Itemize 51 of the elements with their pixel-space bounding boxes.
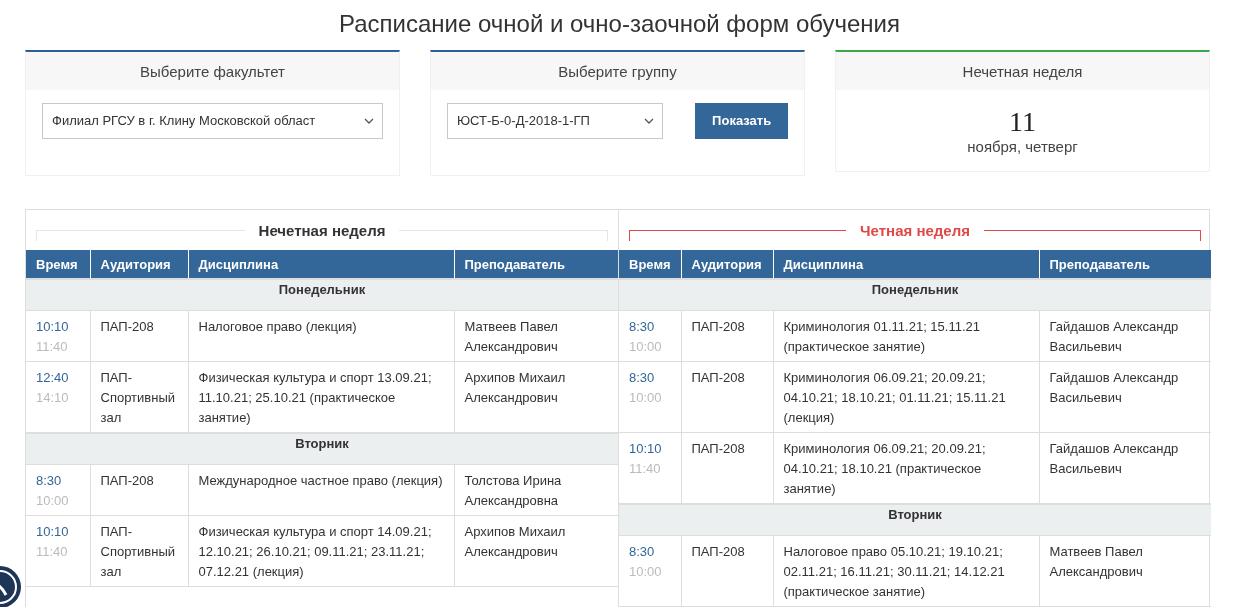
card-header: Выберите группу (431, 52, 804, 90)
end-time: 14:10 (36, 389, 70, 407)
column-header: Дисциплина (188, 250, 454, 279)
column-header: Дисциплина (773, 250, 1039, 279)
start-time: 10:10 (36, 318, 70, 336)
start-time: 8:30 (36, 472, 63, 490)
day-header: Вторник (26, 433, 618, 465)
column-header: Преподаватель (454, 250, 618, 279)
column-header: Преподаватель (1039, 250, 1211, 279)
start-time: 12:40 (36, 369, 70, 387)
end-time: 11:40 (629, 460, 662, 478)
column-header: Аудитория (681, 250, 773, 279)
chevron-down-icon (364, 117, 374, 124)
column-header: Время (619, 250, 681, 279)
end-time: 10:00 (629, 338, 663, 356)
end-time: 10:00 (629, 563, 663, 581)
show-button[interactable]: Показать (695, 102, 788, 139)
column-header: Аудитория (90, 250, 188, 279)
card-header: Выберите факультет (26, 52, 399, 90)
subject-cell: Физическая культура и спорт 14.09.21; 12.10.21; 26.10.21; 09.11.21; 23.11.21; 07.12.21 (лекция) (188, 515, 454, 587)
card-header: Нечетная неделя (836, 52, 1209, 90)
group-select[interactable]: ЮСТ-Б-0-Д-2018-1-ГП (447, 102, 664, 139)
room-cell: ПАП-208 (90, 310, 188, 362)
end-time: 10:00 (629, 389, 663, 407)
day-header: Вторник (619, 504, 1211, 536)
day-header: Понедельник (619, 279, 1211, 311)
column-header: Время (26, 250, 90, 279)
day-header: Понедельник (26, 279, 618, 311)
room-cell: ПАП-208 (681, 535, 773, 607)
start-time: 8:30 (629, 318, 656, 336)
room-cell: ПАП-208 (681, 361, 773, 433)
room-cell: ПАП-208 (681, 310, 773, 362)
end-time: 11:40 (36, 543, 69, 561)
start-time: 8:30 (629, 369, 656, 387)
subject-cell: Международное частное право (лекция) (188, 464, 454, 516)
end-time: 10:00 (36, 492, 70, 510)
faculty-select[interactable]: Филиал РГСУ в г. Клину Московской област (42, 102, 383, 139)
room-cell: ПАП-Спортивный зал (90, 515, 188, 587)
start-time: 10:10 (629, 440, 663, 458)
subject-cell: Налоговое право 05.10.21; 19.10.21; 02.11.21; 16.11.21; 30.11.21; 14.12.21 (практическое занятие) (773, 535, 1039, 607)
chevron-down-icon (644, 117, 655, 124)
subject-cell: Криминология 06.09.21; 20.09.21; 04.10.21; 18.10.21; 01.11.21; 15.11.21 (лекция) (773, 361, 1039, 433)
subject-cell: Налоговое право (лекция) (188, 310, 454, 362)
subject-cell: Криминология 01.11.21; 15.11.21 (практическое занятие) (773, 310, 1039, 362)
start-time: 10:10 (36, 523, 70, 541)
day-number: 11 (1009, 106, 1036, 138)
room-cell: ПАП-208 (90, 464, 188, 516)
start-time: 8:30 (629, 543, 656, 561)
end-time: 11:40 (36, 338, 69, 356)
page-title: Расписание очной и очно-заочной форм обучения (338, 9, 901, 39)
date-subtitle: ноября, четверг (967, 138, 1078, 155)
